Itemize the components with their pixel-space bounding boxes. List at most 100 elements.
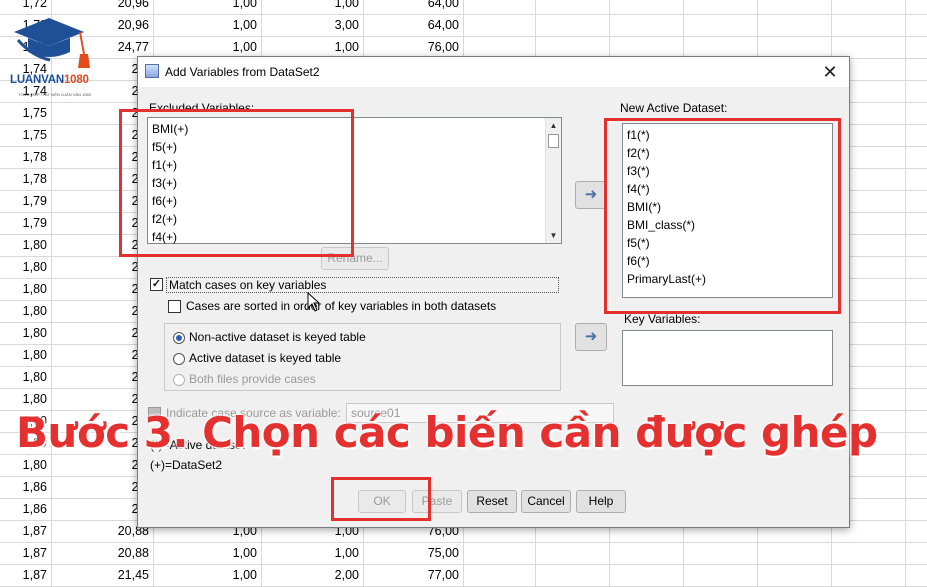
help-button[interactable]: Help (576, 490, 626, 513)
sheet-cell[interactable]: 1,80 (0, 344, 52, 366)
sheet-cell[interactable] (464, 564, 536, 586)
active-dataset-item[interactable]: BMI_class(*) (627, 216, 695, 234)
sheet-cell[interactable]: 1,00 (154, 564, 262, 586)
sheet-cell[interactable]: 1,75 (0, 102, 52, 124)
cases-sorted-label[interactable]: Cases are sorted in order of key variabl… (186, 299, 496, 313)
excluded-variable-item[interactable]: f1(+) (152, 156, 177, 174)
sheet-cell[interactable]: 1,87 (0, 520, 52, 542)
sheet-cell[interactable] (832, 564, 906, 586)
match-cases-label[interactable]: Match cases on key variables (166, 277, 559, 293)
sheet-cell[interactable]: 1,80 (0, 366, 52, 388)
match-cases-checkbox[interactable]: ✓ (150, 278, 163, 291)
sheet-cell[interactable]: 1,00 (154, 542, 262, 564)
sheet-cell[interactable] (536, 0, 610, 14)
sheet-cell[interactable] (832, 542, 906, 564)
close-button[interactable]: ✕ (819, 61, 841, 83)
sheet-cell[interactable]: 1,78 (0, 168, 52, 190)
sheet-cell[interactable] (684, 14, 758, 36)
radio-non-active-label[interactable]: Non-active dataset is keyed table (189, 330, 366, 344)
sheet-cell[interactable]: 3,00 (262, 14, 364, 36)
sheet-cell[interactable] (536, 14, 610, 36)
sheet-cell[interactable]: 1,86 (0, 476, 52, 498)
sheet-cell[interactable]: 1,00 (262, 542, 364, 564)
cancel-button[interactable]: Cancel (521, 490, 571, 513)
sheet-cell[interactable] (464, 14, 536, 36)
sheet-cell[interactable] (758, 14, 832, 36)
scroll-thumb[interactable] (548, 134, 559, 148)
sheet-cell[interactable]: 1,80 (0, 278, 52, 300)
sheet-cell[interactable] (758, 36, 832, 58)
sheet-cell[interactable] (536, 564, 610, 586)
sheet-cell[interactable] (832, 36, 906, 58)
excluded-variable-item[interactable]: f2(+) (152, 210, 177, 228)
sheet-cell[interactable]: 1,80 (0, 454, 52, 476)
sheet-cell[interactable] (684, 36, 758, 58)
sheet-cell[interactable]: 1,00 (154, 14, 262, 36)
active-dataset-item[interactable]: f1(*) (627, 126, 650, 144)
excluded-variable-item[interactable]: BMI(+) (152, 120, 188, 138)
ok-button[interactable]: OK (358, 490, 406, 513)
sheet-cell[interactable]: 1,75 (0, 124, 52, 146)
sheet-cell[interactable]: 1,00 (154, 0, 262, 14)
sheet-cell[interactable]: 1,80 (0, 256, 52, 278)
sheet-cell[interactable]: 1,87 (0, 542, 52, 564)
excluded-list-scrollbar[interactable]: ▲ ▼ (545, 118, 561, 243)
sheet-cell[interactable] (610, 542, 684, 564)
reset-button[interactable]: Reset (467, 490, 517, 513)
sheet-cell[interactable]: 1,00 (154, 36, 262, 58)
sheet-cell[interactable] (832, 14, 906, 36)
active-dataset-item[interactable]: BMI(*) (627, 198, 661, 216)
active-dataset-item[interactable]: f2(*) (627, 144, 650, 162)
sheet-cell[interactable]: 1,80 (0, 388, 52, 410)
sheet-cell[interactable]: 75,00 (364, 542, 464, 564)
move-to-active-arrow-icon[interactable]: ➜ (575, 181, 607, 209)
rename-button[interactable]: Rename... (321, 247, 389, 270)
sheet-cell[interactable] (610, 564, 684, 586)
radio-active-keyed[interactable] (173, 353, 185, 365)
excluded-variable-item[interactable]: f6(+) (152, 192, 177, 210)
sheet-cell[interactable]: 1,87 (0, 564, 52, 586)
paste-button[interactable]: Paste (412, 490, 462, 513)
sheet-cell[interactable]: 77,00 (364, 564, 464, 586)
radio-both-label[interactable]: Both files provide cases (189, 372, 316, 386)
new-active-dataset-list[interactable]: f1(*) f2(*) f3(*) f4(*) BMI(*) BMI_class(*) f5… (622, 123, 833, 298)
sheet-cell[interactable] (758, 542, 832, 564)
sheet-cell[interactable]: 21,45 (52, 564, 154, 586)
sheet-cell[interactable]: 20,88 (52, 542, 154, 564)
sheet-cell[interactable]: 1,79 (0, 212, 52, 234)
sheet-cell[interactable]: 1,00 (262, 36, 364, 58)
sheet-cell[interactable] (832, 0, 906, 14)
sheet-cell[interactable]: 1,00 (262, 0, 364, 14)
sheet-cell[interactable] (536, 36, 610, 58)
sheet-cell[interactable] (610, 36, 684, 58)
sheet-cell[interactable]: 64,00 (364, 14, 464, 36)
radio-non-active-keyed[interactable] (173, 332, 185, 344)
sheet-cell[interactable] (610, 0, 684, 14)
sheet-cell[interactable]: 1,80 (0, 300, 52, 322)
sheet-cell[interactable]: 1,86 (0, 498, 52, 520)
sheet-cell[interactable]: 1,80 (0, 234, 52, 256)
sheet-cell[interactable] (464, 0, 536, 14)
excluded-variable-item[interactable]: f5(+) (152, 138, 177, 156)
sheet-cell[interactable] (758, 0, 832, 14)
scroll-down-icon[interactable]: ▼ (546, 228, 561, 243)
sheet-cell[interactable]: 1,78 (0, 146, 52, 168)
sheet-cell[interactable]: 76,00 (364, 36, 464, 58)
sheet-cell[interactable] (610, 14, 684, 36)
key-variables-list[interactable] (622, 330, 833, 386)
active-dataset-item[interactable]: f4(*) (627, 180, 650, 198)
sheet-cell[interactable]: 64,00 (364, 0, 464, 14)
scroll-up-icon[interactable]: ▲ (546, 118, 561, 133)
sheet-cell[interactable] (464, 36, 536, 58)
dialog-titlebar[interactable]: Add Variables from DataSet2 ✕ (138, 57, 849, 87)
sheet-cell[interactable] (684, 542, 758, 564)
sheet-cell[interactable] (464, 542, 536, 564)
cases-sorted-checkbox[interactable] (168, 300, 181, 313)
sheet-cell[interactable] (684, 564, 758, 586)
move-to-key-arrow-icon[interactable]: ➜ (575, 323, 607, 351)
sheet-cell[interactable]: 2,00 (262, 564, 364, 586)
excluded-variables-list[interactable]: BMI(+) f5(+) f1(+) f3(+) f6(+) f2(+) f4(+) ▲ ▼ (147, 117, 562, 244)
sheet-cell[interactable]: 1,80 (0, 322, 52, 344)
excluded-variable-item[interactable]: f4(+) (152, 228, 177, 246)
active-dataset-item[interactable]: f3(*) (627, 162, 650, 180)
